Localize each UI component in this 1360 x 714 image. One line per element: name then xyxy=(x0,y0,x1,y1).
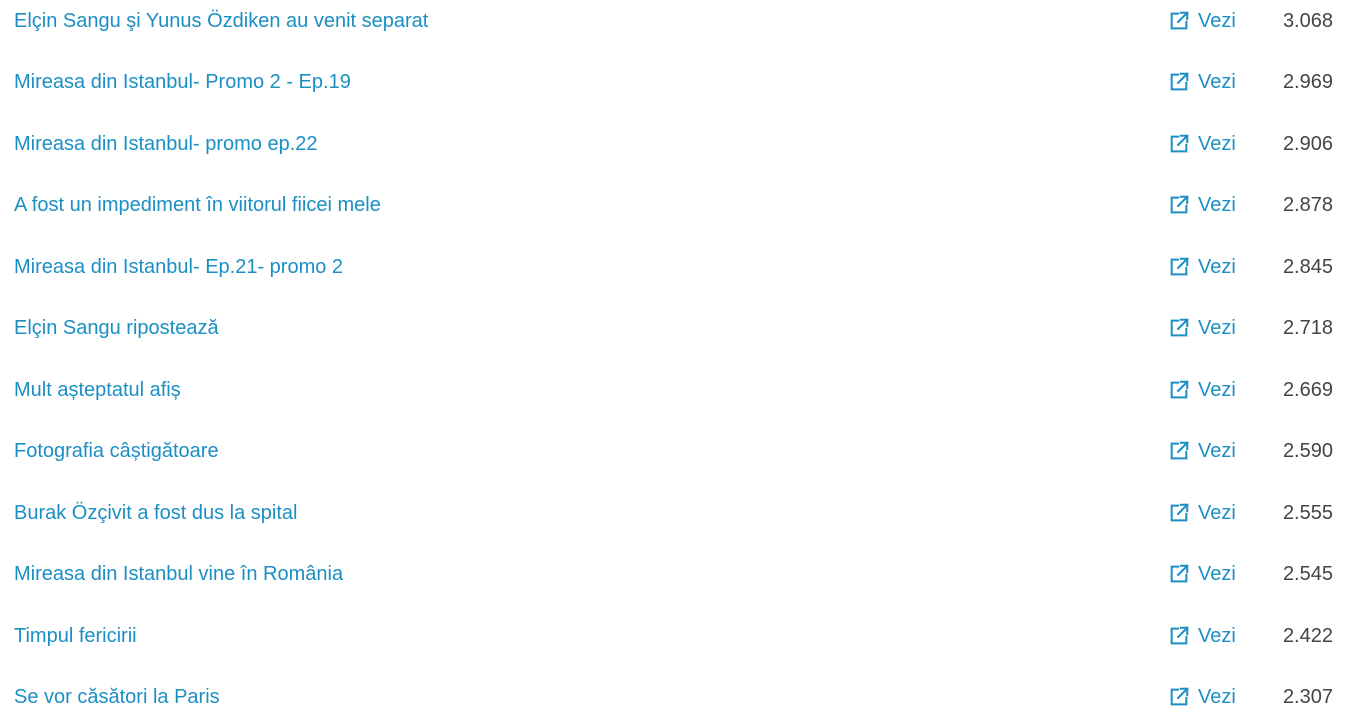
external-link-icon xyxy=(1170,72,1189,91)
external-link-icon xyxy=(1170,503,1189,522)
external-link-icon xyxy=(1170,441,1189,460)
list-item: Mireasa din Istanbul- Promo 2 - Ep.19 Ve… xyxy=(0,62,1360,102)
view-link-label: Vezi xyxy=(1198,133,1236,155)
external-link-icon xyxy=(1170,195,1189,214)
list-item: Fotografia câștigătoare Vezi 2.590 xyxy=(0,431,1360,471)
view-link[interactable]: Vezi xyxy=(1168,677,1236,714)
item-title-link[interactable]: Mireasa din Istanbul vine în România xyxy=(14,554,343,594)
item-title-link[interactable]: Mireasa din Istanbul- promo ep.22 xyxy=(14,124,318,164)
item-title-link[interactable]: A fost un impediment în viitorul fiicei … xyxy=(14,185,381,225)
view-link[interactable]: Vezi xyxy=(1168,1,1236,41)
list-item: Se vor căsători la Paris Vezi 2.307 xyxy=(0,677,1360,714)
view-link[interactable]: Vezi xyxy=(1168,62,1236,102)
view-count: 2.845 xyxy=(1282,256,1333,278)
item-title-link[interactable]: Elçin Sangu ripostează xyxy=(14,308,219,348)
view-count: 2.969 xyxy=(1282,71,1333,93)
item-title-link[interactable]: Burak Özçivit a fost dus la spital xyxy=(14,493,297,533)
view-count: 2.545 xyxy=(1282,563,1333,585)
list-item: Elçin Sangu ripostează Vezi 2.718 xyxy=(0,308,1360,348)
list-item: Burak Özçivit a fost dus la spital Vezi … xyxy=(0,493,1360,533)
item-title-link[interactable]: Elçin Sangu şi Yunus Özdiken au venit se… xyxy=(14,1,428,41)
view-link-label: Vezi xyxy=(1198,502,1236,524)
view-count: 2.718 xyxy=(1282,317,1333,339)
view-count: 2.555 xyxy=(1282,502,1333,524)
view-link[interactable]: Vezi xyxy=(1168,493,1236,533)
external-link-icon xyxy=(1170,134,1189,153)
view-link-label: Vezi xyxy=(1198,71,1236,93)
external-link-icon xyxy=(1170,687,1189,706)
view-link-label: Vezi xyxy=(1198,563,1236,585)
item-title-link[interactable]: Mireasa din Istanbul- Promo 2 - Ep.19 xyxy=(14,62,351,102)
view-count: 2.590 xyxy=(1282,440,1333,462)
view-link[interactable]: Vezi xyxy=(1168,308,1236,348)
list-item: Mireasa din Istanbul vine în România Vez… xyxy=(0,554,1360,594)
view-link[interactable]: Vezi xyxy=(1168,124,1236,164)
view-link-label: Vezi xyxy=(1198,379,1236,401)
view-link-label: Vezi xyxy=(1198,10,1236,32)
view-link[interactable]: Vezi xyxy=(1168,554,1236,594)
view-count: 2.307 xyxy=(1282,686,1333,708)
external-link-icon xyxy=(1170,380,1189,399)
video-list: Elçin Sangu şi Yunus Özdiken au venit se… xyxy=(0,0,1360,714)
view-link[interactable]: Vezi xyxy=(1168,247,1236,287)
view-count: 3.068 xyxy=(1282,10,1333,32)
view-link-label: Vezi xyxy=(1198,440,1236,462)
list-item: A fost un impediment în viitorul fiicei … xyxy=(0,185,1360,225)
item-title-link[interactable]: Timpul fericirii xyxy=(14,616,137,656)
view-link[interactable]: Vezi xyxy=(1168,616,1236,656)
list-item: Mireasa din Istanbul- Ep.21- promo 2 Vez… xyxy=(0,247,1360,287)
view-link-label: Vezi xyxy=(1198,194,1236,216)
external-link-icon xyxy=(1170,257,1189,276)
view-link-label: Vezi xyxy=(1198,686,1236,708)
external-link-icon xyxy=(1170,318,1189,337)
view-link-label: Vezi xyxy=(1198,256,1236,278)
list-item: Elçin Sangu şi Yunus Özdiken au venit se… xyxy=(0,1,1360,41)
view-link[interactable]: Vezi xyxy=(1168,185,1236,225)
list-item: Mireasa din Istanbul- promo ep.22 Vezi 2… xyxy=(0,124,1360,164)
view-count: 2.878 xyxy=(1282,194,1333,216)
external-link-icon xyxy=(1170,564,1189,583)
view-count: 2.669 xyxy=(1282,379,1333,401)
view-link-label: Vezi xyxy=(1198,317,1236,339)
view-count: 2.906 xyxy=(1282,133,1333,155)
list-item: Timpul fericirii Vezi 2.422 xyxy=(0,616,1360,656)
item-title-link[interactable]: Mult așteptatul afiș xyxy=(14,370,181,410)
item-title-link[interactable]: Fotografia câștigătoare xyxy=(14,431,219,471)
external-link-icon xyxy=(1170,11,1189,30)
view-count: 2.422 xyxy=(1282,625,1333,647)
item-title-link[interactable]: Se vor căsători la Paris xyxy=(14,677,220,714)
external-link-icon xyxy=(1170,626,1189,645)
view-link-label: Vezi xyxy=(1198,625,1236,647)
item-title-link[interactable]: Mireasa din Istanbul- Ep.21- promo 2 xyxy=(14,247,343,287)
view-link[interactable]: Vezi xyxy=(1168,431,1236,471)
list-item: Mult așteptatul afiș Vezi 2.669 xyxy=(0,370,1360,410)
view-link[interactable]: Vezi xyxy=(1168,370,1236,410)
